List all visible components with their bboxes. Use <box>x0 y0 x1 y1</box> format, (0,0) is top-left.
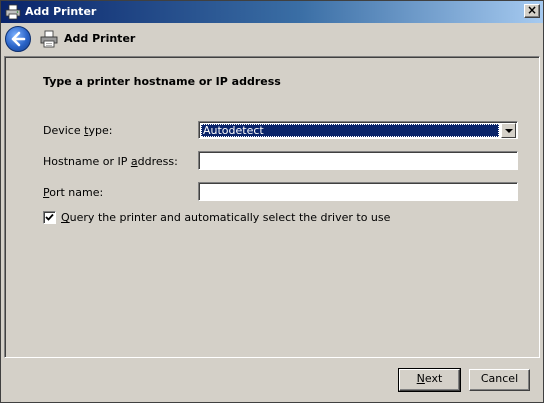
instruction-heading: Type a printer hostname or IP address <box>43 75 281 88</box>
printer-icon <box>40 30 58 48</box>
query-printer-checkbox[interactable] <box>43 211 56 224</box>
printer-icon <box>5 4 21 20</box>
checkmark-icon <box>45 213 54 221</box>
query-printer-label[interactable]: Query the printer and automatically sele… <box>61 211 390 224</box>
dropdown-button[interactable] <box>501 123 516 138</box>
next-button[interactable]: Next <box>398 368 461 392</box>
chevron-down-icon <box>505 129 513 133</box>
content-panel <box>4 56 540 358</box>
back-arrow-icon <box>11 31 26 47</box>
page-title: Add Printer <box>64 32 136 45</box>
device-type-selected-value: Autodetect <box>201 124 499 137</box>
hostname-input[interactable] <box>198 151 518 170</box>
close-button[interactable]: × <box>524 4 540 18</box>
back-button[interactable] <box>5 26 31 52</box>
port-name-label: Port name: <box>43 186 104 199</box>
add-printer-window: Add Printer × Add Printer Type a printer… <box>0 0 544 403</box>
port-name-input[interactable] <box>198 182 518 201</box>
close-icon: × <box>526 3 538 17</box>
device-type-select[interactable]: Autodetect <box>198 121 518 139</box>
wizard-header: Add Printer <box>1 23 543 55</box>
hostname-label: Hostname or IP address: <box>43 155 178 168</box>
cancel-button[interactable]: Cancel <box>469 369 530 391</box>
window-title: Add Printer <box>25 5 97 18</box>
title-bar[interactable]: Add Printer × <box>1 1 543 23</box>
device-type-label: Device type: <box>43 124 113 137</box>
